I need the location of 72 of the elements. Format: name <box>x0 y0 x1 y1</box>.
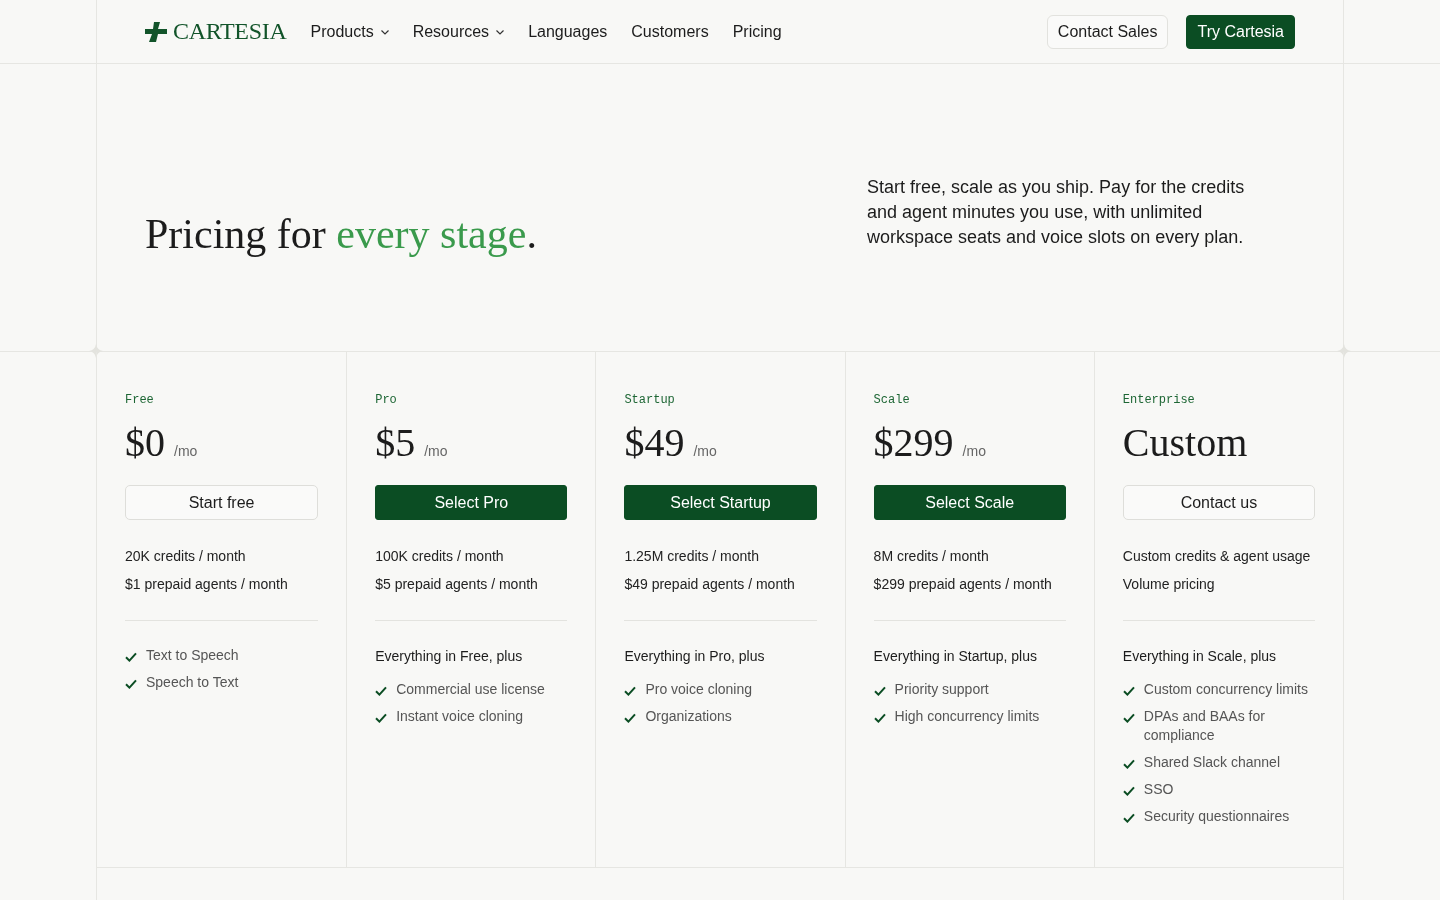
plan-name: Startup <box>624 392 675 408</box>
check-icon <box>1122 786 1135 796</box>
features-heading: Everything in Free, plus <box>375 647 523 666</box>
price-period: /mo <box>424 443 448 459</box>
plan-name: Enterprise <box>1122 392 1195 408</box>
plan-price: $5 <box>375 419 416 467</box>
feature-text: Instant voice cloning <box>396 707 524 726</box>
plan-button[interactable]: Contact us <box>1122 485 1315 520</box>
plan-price: $49 <box>624 419 685 467</box>
check-icon <box>624 713 637 723</box>
feature-text: SSO <box>1143 780 1174 799</box>
check-icon <box>125 679 137 689</box>
select-plan-button[interactable]: Select Scale <box>873 485 1066 520</box>
check-icon <box>1122 686 1135 696</box>
plan-allowance: 8M credits / month <box>873 547 989 566</box>
features-heading: Everything in Startup, plus <box>873 647 1037 666</box>
chevron-down-icon <box>496 30 505 35</box>
feature-text: Custom concurrency limits <box>1143 680 1308 699</box>
plan-button[interactable]: Start free <box>125 485 319 520</box>
plan-allowance: $1 prepaid agents / month <box>125 575 288 594</box>
plan-name: Free <box>125 392 154 408</box>
plan-allowance: 20K credits / month <box>125 547 246 566</box>
select-plan-button[interactable]: Select Pro <box>375 485 568 520</box>
plan-price: $299 <box>873 419 954 467</box>
check-icon <box>873 713 886 723</box>
plan-allowance: Custom credits & agent usage <box>1122 547 1311 566</box>
nav-link[interactable]: Languages <box>528 22 608 41</box>
nav-link[interactable]: Pricing <box>732 22 782 41</box>
feature-text: Priority support <box>894 680 989 699</box>
price-period: /mo <box>962 443 986 459</box>
price-period: /mo <box>174 443 198 459</box>
plan-allowance: 100K credits / month <box>375 547 504 566</box>
cross-logo-icon <box>145 21 167 42</box>
check-icon <box>375 686 388 696</box>
plan-price: $0 <box>125 419 165 467</box>
features-heading: Everything in Pro, plus <box>624 647 765 666</box>
nav-link[interactable]: Customers <box>631 22 709 41</box>
check-icon <box>1122 759 1135 769</box>
check-icon <box>375 713 388 723</box>
feature-text: Pro voice cloning <box>645 680 752 699</box>
feature-text: Commercial use license <box>396 680 545 699</box>
feature-text: Security questionnaires <box>1143 807 1290 826</box>
plan-name: Pro <box>375 392 397 408</box>
feature-text: Shared Slack channel <box>1143 753 1280 772</box>
page-heading: Pricing for every stage. <box>145 209 537 258</box>
contact-sales-button[interactable]: Contact Sales <box>1046 14 1169 49</box>
nav-link[interactable]: Resources <box>412 22 505 41</box>
plan-price: Custom <box>1122 419 1248 467</box>
try-button[interactable]: Try Cartesia <box>1186 14 1295 49</box>
plan-allowance: $49 prepaid agents / month <box>624 575 795 594</box>
price-period: /mo <box>693 443 717 459</box>
feature-text: Text to Speech <box>146 646 239 665</box>
feature-text: Organizations <box>645 707 732 726</box>
plan-allowance: 1.25M credits / month <box>624 547 759 566</box>
feature-text: DPAs and BAAs for compliance <box>1143 707 1266 745</box>
features-heading: Everything in Scale, plus <box>1122 647 1277 666</box>
hero-description: Start free, scale as you ship. Pay for the credits and agent minutes you use, with unlimited workspace seats and voice slots on every plan. <box>867 176 1246 249</box>
chevron-down-icon <box>380 30 389 35</box>
feature-text: High concurrency limits <box>894 707 1040 726</box>
plan-name: Scale <box>873 392 910 408</box>
plan-allowance: Volume pricing <box>1122 575 1215 594</box>
plan-allowance: $5 prepaid agents / month <box>375 575 538 594</box>
feature-text: Speech to Text <box>146 673 239 692</box>
check-icon <box>1122 713 1135 723</box>
check-icon <box>873 686 886 696</box>
check-icon <box>125 652 137 662</box>
logo-link[interactable]: CARTESIA <box>145 18 287 45</box>
nav-link[interactable]: Products <box>310 22 389 41</box>
check-icon <box>624 686 637 696</box>
check-icon <box>1122 813 1135 823</box>
plan-allowance: $299 prepaid agents / month <box>873 575 1052 594</box>
select-plan-button[interactable]: Select Startup <box>624 485 817 520</box>
